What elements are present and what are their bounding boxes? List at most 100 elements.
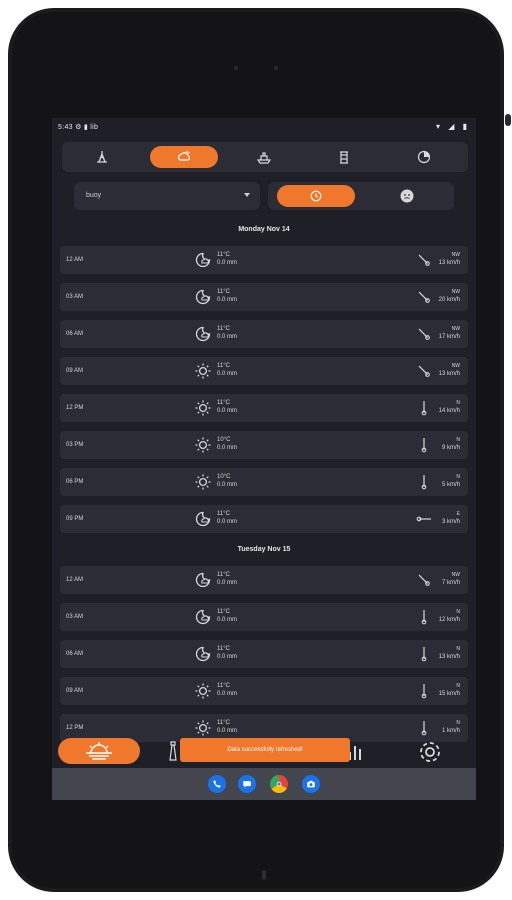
wind-arrow-icon [416, 399, 432, 417]
wind-speed: 7 km/h [441, 580, 460, 586]
wind-speed: 13 km/h [438, 654, 460, 660]
wind-arrow-icon [416, 436, 432, 454]
side-sensor [505, 114, 511, 126]
moon-cloud-icon [194, 288, 212, 306]
forecast-temperature: 11°C [217, 609, 230, 615]
forecast-time: 06 PM [66, 479, 84, 485]
camera-icon[interactable] [302, 775, 320, 793]
location-dropdown[interactable]: buoy [74, 182, 260, 210]
settings-icon [420, 742, 440, 762]
wind-direction: N [456, 474, 460, 480]
fishing-icon [417, 150, 431, 164]
toggle-history[interactable] [277, 185, 355, 207]
sunrise-icon [86, 742, 112, 760]
moon-cloud-icon [194, 608, 212, 626]
forecast-row[interactable]: 09 PM 11°C 0.0 mm E 3 km/h [60, 505, 468, 533]
forecast-precipitation: 0.0 mm [217, 519, 238, 525]
tab-fishing[interactable] [390, 146, 458, 168]
forecast-precipitation: 0.0 mm [217, 617, 238, 623]
toast-message: Data successfully refreshed! [180, 738, 350, 762]
forecast-precipitation: 0.0 mm [217, 482, 238, 488]
status-time: 5:43 ⚙ ▮ lib [58, 124, 99, 131]
lighthouse-icon [340, 151, 348, 164]
wind-arrow-icon [416, 362, 432, 380]
nav-sunrise[interactable] [58, 738, 140, 764]
forecast-row[interactable]: 12 AM 11°C 0.0 mm NW 13 km/h [60, 246, 468, 274]
forecast-time: 03 AM [66, 614, 84, 620]
forecast-row[interactable]: 06 AM 11°C 0.0 mm N 13 km/h [60, 640, 468, 668]
wind-speed: 20 km/h [438, 297, 460, 303]
phone-icon[interactable] [208, 775, 226, 793]
moon-cloud-icon [194, 325, 212, 343]
wind-speed: 13 km/h [438, 371, 460, 377]
moon-cloud-icon [194, 251, 212, 269]
status-right-icons: ▾ ◢ ▮ [435, 122, 470, 131]
wind-arrow-icon [416, 251, 432, 269]
forecast-precipitation: 0.0 mm [217, 580, 238, 586]
forecast-time: 03 AM [66, 294, 84, 300]
view-toggle [268, 182, 454, 210]
wind-direction: N [456, 609, 460, 615]
history-icon [310, 190, 322, 202]
forecast-temperature: 11°C [217, 289, 230, 295]
forecast-precipitation: 0.0 mm [217, 654, 238, 660]
forecast-temperature: 11°C [217, 683, 230, 689]
tab-weather[interactable] [150, 146, 218, 168]
forecast-time: 12 PM [66, 725, 84, 731]
toggle-face[interactable] [398, 187, 416, 205]
forecast-precipitation: 0.0 mm [217, 445, 238, 451]
forecast-row[interactable]: 09 AM 11°C 0.0 mm N 15 km/h [60, 677, 468, 705]
forecast-row[interactable]: 12 AM 11°C 0.0 mm NW 7 km/h [60, 566, 468, 594]
forecast-row[interactable]: 09 AM 11°C 0.0 mm NW 13 km/h [60, 357, 468, 385]
forecast-time: 09 AM [66, 368, 84, 374]
bottom-dot [262, 870, 266, 880]
forecast-time: 12 AM [66, 577, 84, 583]
moon-cloud-icon [194, 510, 212, 528]
wind-arrow-icon [416, 571, 432, 589]
forecast-temperature: 11°C [217, 572, 230, 578]
forecast-row[interactable]: 06 PM 10°C 0.0 mm N 5 km/h [60, 468, 468, 496]
wind-direction: NW [451, 252, 460, 258]
chrome-icon[interactable] [270, 775, 288, 793]
system-navigation-bar [52, 768, 476, 800]
messages-icon[interactable] [238, 775, 256, 793]
forecast-row[interactable]: 03 AM 11°C 0.0 mm NW 20 km/h [60, 283, 468, 311]
forecast-time: 12 PM [66, 405, 84, 411]
tide-icon [97, 151, 107, 163]
wind-speed: 12 km/h [438, 617, 460, 623]
forecast-precipitation: 0.0 mm [217, 260, 238, 266]
sun-icon [194, 362, 212, 380]
forecast-precipitation: 0.0 mm [217, 334, 238, 340]
wind-arrow-icon [416, 608, 432, 626]
wind-arrow-icon [416, 288, 432, 306]
wind-direction: N [456, 646, 460, 652]
forecast-temperature: 11°C [217, 720, 230, 726]
camera-dot [234, 66, 238, 70]
tab-tide[interactable] [68, 146, 136, 168]
chevron-down-icon [244, 193, 250, 197]
tab-boat[interactable] [230, 146, 298, 168]
forecast-temperature: 10°C [217, 474, 231, 480]
sensor-dot [274, 66, 278, 70]
wind-speed: 15 km/h [438, 691, 460, 697]
forecast-precipitation: 0.0 mm [217, 371, 238, 377]
forecast-row[interactable]: 12 PM 11°C 0.0 mm N 14 km/h [60, 394, 468, 422]
tab-lighthouse[interactable] [310, 146, 378, 168]
forecast-row[interactable]: 03 PM 10°C 0.0 mm N 9 km/h [60, 431, 468, 459]
face-icon [400, 189, 414, 203]
forecast-time: 06 AM [66, 651, 84, 657]
wind-speed: 13 km/h [438, 260, 460, 266]
moon-cloud-icon [194, 645, 212, 663]
wind-speed: 9 km/h [441, 445, 460, 451]
wind-direction: N [456, 400, 460, 406]
wind-arrow-icon [416, 682, 432, 700]
wind-direction: N [456, 720, 460, 726]
forecast-temperature: 11°C [217, 646, 230, 652]
wind-arrow-icon [416, 325, 432, 343]
forecast-temperature: 11°C [217, 326, 230, 332]
forecast-time: 03 PM [66, 442, 84, 448]
forecast-row[interactable]: 06 AM 11°C 0.0 mm NW 17 km/h [60, 320, 468, 348]
status-left-icons: ⚙ ▮ lib [75, 124, 99, 131]
forecast-row[interactable]: 03 AM 11°C 0.0 mm N 12 km/h [60, 603, 468, 631]
nav-settings[interactable] [416, 738, 444, 766]
